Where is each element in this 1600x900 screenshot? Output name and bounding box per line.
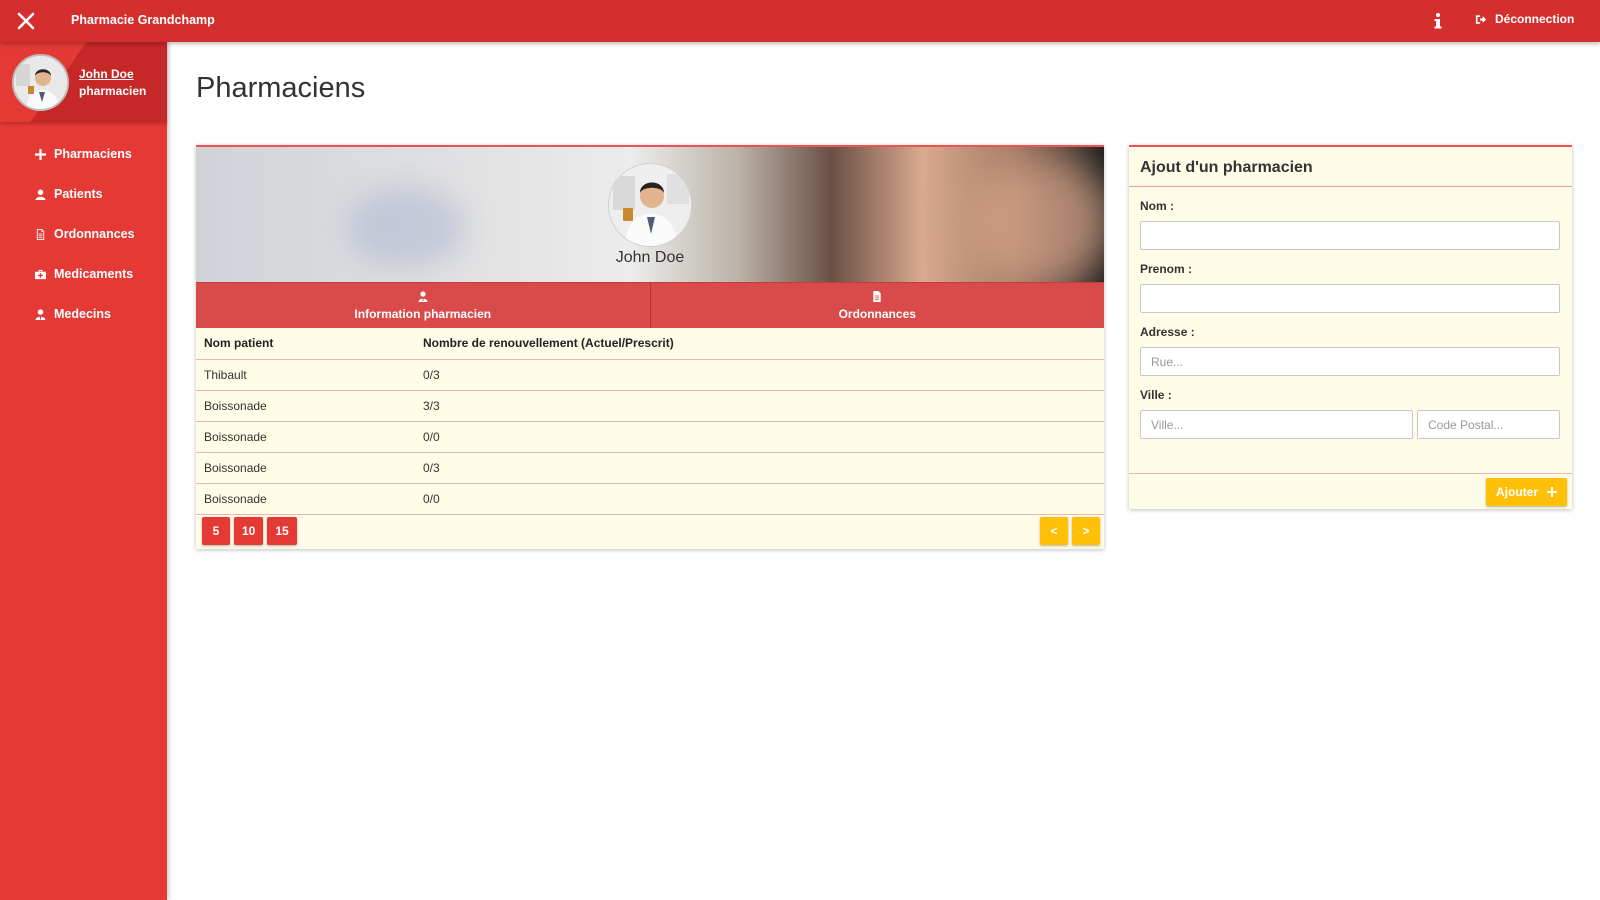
table-row[interactable]: Boissonade 3/3 [196, 390, 1104, 422]
plus-icon [1547, 487, 1557, 497]
page-size-15-button[interactable]: 15 [267, 517, 297, 545]
sidebar-item-patients[interactable]: Patients [0, 174, 167, 214]
top-bar: Pharmacie Grandchamp Déconnection [0, 0, 1600, 42]
sidebar-nav: Pharmaciens Patients Ordonnances Medicam… [0, 134, 167, 334]
patient-name-cell: Boissonade [196, 421, 415, 453]
tab-ordonnances[interactable]: Ordonnances [649, 283, 1105, 328]
page-size-5-button[interactable]: 5 [202, 517, 230, 545]
prenom-label: Prenom : [1140, 262, 1193, 276]
form-title: Ajout d'un pharmacien [1129, 147, 1572, 187]
page-size-10-button[interactable]: 10 [234, 517, 264, 545]
table-row[interactable]: Thibault 0/3 [196, 359, 1104, 391]
avatar [12, 54, 69, 111]
nom-field[interactable] [1140, 221, 1560, 250]
sidebar: John Doe pharmacien Pharmaciens Patients… [0, 42, 167, 900]
column-header-nom-patient: Nom patient [196, 328, 415, 360]
renewal-count-cell: 0/3 [415, 452, 1104, 484]
tab-information-pharmacien[interactable]: Information pharmacien [196, 283, 650, 328]
table-header-row: Nom patient Nombre de renouvellement (Ac… [196, 328, 1104, 360]
medkit-icon [35, 269, 46, 279]
rue-field[interactable] [1140, 347, 1560, 376]
info-icon[interactable] [1431, 11, 1445, 31]
doctor-icon [418, 290, 428, 302]
document-icon [36, 228, 45, 240]
logout-button[interactable]: Déconnection [1475, 12, 1574, 26]
user-name-link[interactable]: John Doe [79, 67, 134, 81]
sidebar-item-label: Pharmaciens [54, 147, 132, 161]
sidebar-item-label: Ordonnances [54, 227, 135, 241]
patient-name-cell: Boissonade [196, 452, 415, 484]
code-postal-field[interactable] [1417, 410, 1560, 439]
sidebar-item-label: Patients [54, 187, 103, 201]
nom-label: Nom : [1140, 199, 1174, 213]
sidebar-item-label: Medecins [54, 307, 111, 321]
user-panel: John Doe pharmacien [0, 42, 167, 122]
document-icon [873, 290, 881, 302]
column-header-renouvellement: Nombre de renouvellement (Actuel/Prescri… [415, 328, 1104, 360]
logout-icon [1475, 14, 1487, 24]
prescriptions-table: Nom patient Nombre de renouvellement (Ac… [196, 328, 1104, 515]
patient-name-cell: Boissonade [196, 390, 415, 422]
ville-row [1140, 410, 1561, 439]
doctor-icon [35, 308, 46, 320]
plus-icon [35, 148, 46, 160]
renewal-count-cell: 0/3 [415, 359, 1104, 391]
sidebar-item-label: Medicaments [54, 267, 134, 281]
profile-picture [608, 163, 692, 247]
patient-name-cell: Boissonade [196, 483, 415, 515]
ajouter-button[interactable]: Ajouter [1486, 478, 1567, 506]
patient-name-cell: Thibault [196, 359, 415, 391]
form-footer: Ajouter [1129, 473, 1572, 511]
ville-field[interactable] [1140, 410, 1413, 439]
logout-label: Déconnection [1495, 12, 1575, 26]
prenom-field[interactable] [1140, 284, 1560, 313]
ajouter-label: Ajouter [1496, 485, 1538, 499]
renewal-count-cell: 3/3 [415, 390, 1104, 422]
adresse-label: Adresse : [1140, 325, 1195, 339]
page-title: Pharmaciens [196, 72, 366, 104]
tab-label: Information pharmacien [354, 306, 492, 321]
close-icon[interactable] [14, 9, 38, 33]
sidebar-item-medecins[interactable]: Medecins [0, 294, 167, 334]
profile-name: John Doe [615, 249, 685, 266]
ville-label: Ville : [1140, 388, 1172, 402]
renewal-count-cell: 0/0 [415, 421, 1104, 453]
previous-page-button[interactable]: < [1040, 517, 1068, 545]
sidebar-item-pharmaciens[interactable]: Pharmaciens [0, 134, 167, 174]
add-pharmacist-form: Ajout d'un pharmacien Nom : Prenom : Adr… [1129, 145, 1572, 509]
renewal-count-cell: 0/0 [415, 483, 1104, 515]
table-row[interactable]: Boissonade 0/0 [196, 421, 1104, 453]
profile-banner: John Doe [196, 147, 1104, 282]
profile-tabs: Information pharmacien Ordonnances [196, 282, 1104, 328]
user-role: pharmacien [79, 84, 147, 98]
page-size-selector: 5 10 15 [202, 517, 297, 545]
pagination-arrows: < > [1040, 517, 1100, 545]
sidebar-item-medicaments[interactable]: Medicaments [0, 254, 167, 294]
table-row[interactable]: Boissonade 0/0 [196, 483, 1104, 515]
next-page-button[interactable]: > [1072, 517, 1100, 545]
tab-label: Ordonnances [838, 306, 916, 321]
app-title: Pharmacie Grandchamp [71, 13, 215, 27]
pharmacist-profile-card: John Doe Information pharmacien Ordonnan… [196, 145, 1104, 549]
sidebar-item-ordonnances[interactable]: Ordonnances [0, 214, 167, 254]
table-row[interactable]: Boissonade 0/3 [196, 452, 1104, 484]
user-icon [35, 189, 46, 200]
